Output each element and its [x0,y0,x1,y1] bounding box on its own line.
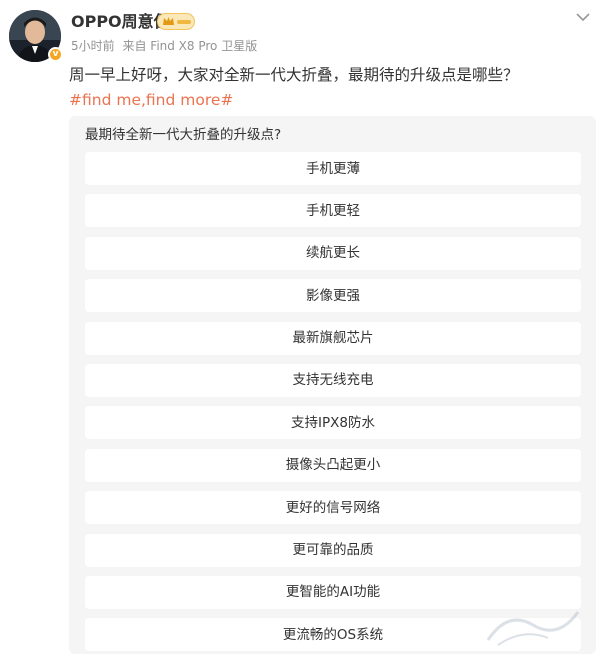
weibo-post: v OPPO周意保 5小时前 来自 Find X8 Pro 卫星版 周一早上好呀… [0,0,600,654]
poll-option[interactable]: 最新旗舰芯片 [85,321,581,355]
poll-option-label: 更流畅的OS系统 [282,626,384,643]
post-source: 来自 Find X8 Pro 卫星版 [122,39,258,53]
poll-option-label: 更智能的AI功能 [285,584,381,601]
poll-option-label: 摄像头凸起更小 [285,457,381,474]
poll-option[interactable]: 支持IPX8防水 [85,406,581,440]
poll-card: 最期待全新一代大折叠的升级点? 手机更薄手机更轻续航更长影像更强最新旗舰芯片 支持… [69,116,596,654]
watermark-logo [486,611,580,646]
poll-option-label: 支持无线充电 [292,372,374,389]
post-meta: 5小时前 来自 Find X8 Pro 卫星版 [71,37,261,55]
poll-option[interactable]: 更可靠的品质 [85,533,581,567]
vip-level-bar [177,20,191,24]
hashtag-link[interactable]: #find me,find more# [69,88,233,112]
poll-options: 手机更薄手机更轻续航更长影像更强最新旗舰芯片 支持无线充电 支持IPX8防水 摄像头凸… [85,152,581,661]
vip-badge[interactable] [157,13,195,30]
poll-option[interactable]: 摄像头凸起更小 [85,448,581,482]
poll-option-label: 手机更薄 [306,160,360,177]
poll-option[interactable]: 手机更薄 [85,152,581,185]
poll-option-label: 最新旗舰芯片 [292,330,374,347]
poll-option[interactable]: 更好的信号网络 [85,491,581,525]
poll-option-label: 更好的信号网络 [285,499,381,516]
verified-badge-icon: v [48,47,63,62]
poll-question: 最期待全新一代大折叠的升级点? [85,127,282,143]
post-body: 周一早上好呀，大家对全新一代大折叠，最期待的升级点是哪些？ [69,66,519,84]
poll-option[interactable]: 支持无线充电 [85,363,581,397]
poll-option-label: 更可靠的品质 [292,542,374,559]
poll-option-label: 影像更强 [306,287,360,304]
poll-option-label: 续航更长 [306,245,360,262]
poll-option-label: 手机更轻 [306,202,360,219]
post-time[interactable]: 5小时前 [71,39,115,53]
poll-option[interactable]: 手机更轻 [85,194,581,228]
poll-option-label: 支持IPX8防水 [291,414,375,431]
author-name[interactable]: OPPO周意保 [71,11,170,33]
poll-option[interactable]: 续航更长 [85,236,581,270]
chevron-down-icon[interactable] [576,12,590,22]
crown-icon [163,17,174,25]
poll-option[interactable]: 影像更强 [85,279,581,313]
